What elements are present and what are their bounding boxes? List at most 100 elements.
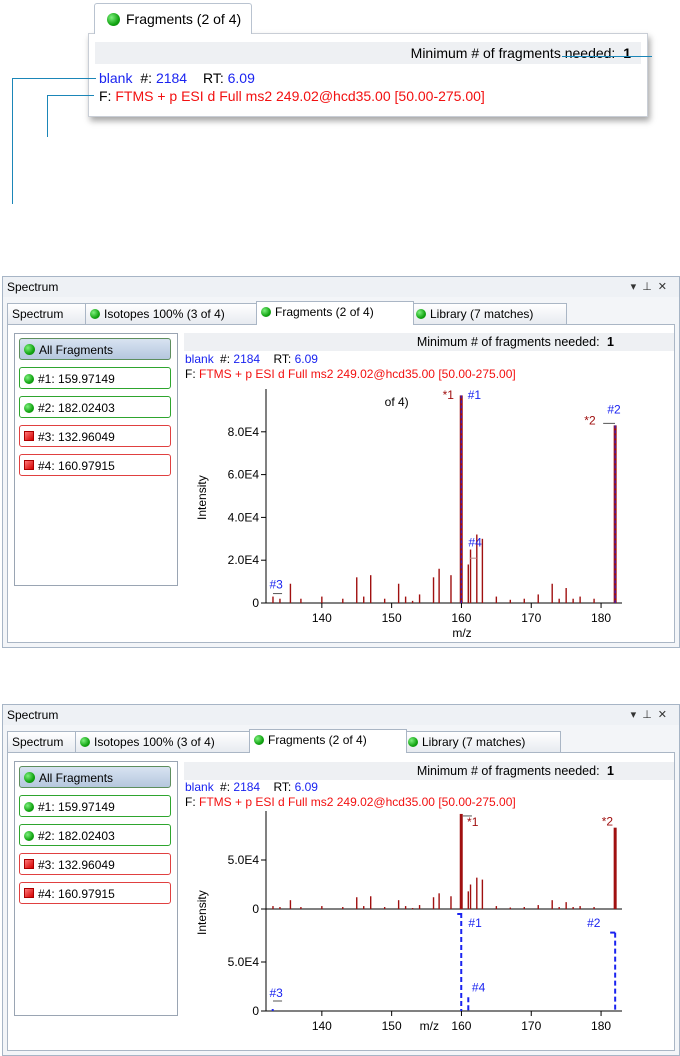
y-tick-label: 5.0E4 — [228, 955, 260, 969]
fragment-item-all[interactable]: All Fragments — [19, 766, 171, 788]
peak-annotation: #3 — [269, 986, 283, 1000]
peak-bar — [537, 905, 539, 909]
peak-bar — [279, 907, 281, 909]
tab-library[interactable]: Library (7 matches) — [403, 731, 561, 752]
peak-bar — [613, 827, 617, 909]
min-fragments-label: Minimum # of fragments needed: — [416, 764, 600, 778]
tab-label: Fragments (2 of 4) — [268, 733, 367, 747]
match-green-icon — [24, 831, 34, 841]
peak-annotation: *2 — [584, 413, 596, 427]
peak-bar — [579, 906, 581, 909]
callout-fragments-tab[interactable]: Fragments (2 of 4) — [94, 3, 253, 34]
peak-bar — [537, 594, 539, 603]
peak-bar — [450, 896, 452, 909]
tab-isotopes[interactable]: Isotopes 100% (3 of 4) — [75, 731, 253, 752]
match-green-icon — [416, 309, 426, 319]
pin-icon[interactable]: ⊥ — [642, 281, 658, 293]
dropdown-icon[interactable]: ▾ — [631, 281, 643, 293]
fragment-item-1[interactable]: #1: 159.97149 — [19, 367, 171, 389]
filter-label: F: — [185, 367, 196, 381]
peak-bar — [467, 564, 469, 603]
tab-fragments[interactable]: Fragments (2 of 4) — [249, 729, 407, 753]
peak-bar — [481, 538, 484, 603]
peak-bar — [370, 575, 372, 603]
peak-bar — [356, 577, 358, 603]
dropdown-icon[interactable]: ▾ — [631, 709, 643, 721]
match-green-icon — [107, 12, 120, 26]
match-green-icon — [80, 737, 90, 747]
peak-bar — [300, 598, 302, 603]
peak-bar — [300, 907, 302, 909]
miss-red-icon — [24, 859, 34, 869]
peak-bar — [411, 908, 414, 909]
peak-bar — [289, 583, 292, 603]
leader-line — [47, 95, 94, 96]
pin-icon[interactable]: ⊥ — [642, 709, 658, 721]
fragment-item-3[interactable]: #3: 132.96049 — [19, 425, 171, 447]
y-axis-label: Intensity — [195, 475, 209, 520]
filter-text: FTMS + p ESI d Full ms2 249.02@hcd35.00 … — [199, 367, 516, 381]
fragments-content: All Fragments #1: 159.97149 #2: 182.0240… — [7, 324, 675, 643]
rt-value: 6.09 — [227, 70, 255, 86]
tab-strip: Spectrum Isotopes 100% (3 of 4) Fragment… — [7, 301, 679, 325]
fragment-item-2[interactable]: #2: 182.02403 — [19, 824, 171, 846]
peak-bar — [551, 900, 553, 909]
tab-isotopes[interactable]: Isotopes 100% (3 of 4) — [85, 303, 259, 324]
peak-bar — [469, 549, 472, 603]
scan-name: blank — [99, 70, 133, 86]
scan-info-line: blank #: 2184 RT: 6.09 — [185, 352, 318, 367]
peak-bar — [418, 905, 421, 909]
peak-bar — [593, 907, 595, 909]
peak-bar — [481, 879, 484, 909]
y-tick-label: 0 — [252, 902, 259, 916]
overlay-text: of 4) — [385, 395, 409, 409]
match-green-icon — [24, 344, 35, 355]
y-axis-label: Intensity — [195, 890, 209, 935]
close-icon[interactable]: ✕ — [658, 281, 673, 293]
rt-label: RT: — [273, 780, 292, 794]
tab-spectrum[interactable]: Spectrum — [7, 303, 87, 324]
tab-strip: Spectrum Isotopes 100% (3 of 4) Fragment… — [7, 729, 679, 753]
min-fragments-value: 1 — [623, 45, 631, 61]
peak-bar — [289, 900, 292, 909]
close-icon[interactable]: ✕ — [658, 709, 673, 721]
x-tick-label: 140 — [312, 611, 332, 625]
peak-bar — [383, 907, 386, 909]
peak-bar — [523, 907, 525, 909]
fragment-item-1[interactable]: #1: 159.97149 — [19, 795, 171, 817]
y-tick-label: 6.0E4 — [228, 468, 260, 482]
tab-spectrum[interactable]: Spectrum — [7, 731, 79, 752]
scan-info-line: blank #: 2184 RT: 6.09 — [99, 70, 255, 86]
fragment-item-2[interactable]: #2: 182.02403 — [19, 396, 171, 418]
fragment-item-3[interactable]: #3: 132.96049 — [19, 853, 171, 875]
tab-label: Isotopes 100% (3 of 4) — [94, 735, 215, 749]
spectrum-chart[interactable]: 0 2.0E4 4.0E4 6.0E4 8.0E4 140 150 160 170 180 m/z I… — [184, 383, 674, 645]
peak-bar — [418, 594, 421, 603]
scan-name: blank — [185, 352, 214, 366]
spectrum-window-2: Spectrum ▾⊥✕ Spectrum Isotopes 100% (3 o… — [2, 704, 680, 1056]
peak-annotation: #1 — [468, 388, 482, 402]
fragment-label: #2: 182.02403 — [38, 401, 115, 415]
fragment-label: #4: 160.97915 — [38, 459, 115, 473]
fragment-item-4[interactable]: #4: 160.97915 — [19, 454, 171, 476]
peak-annotation: *1 — [443, 388, 455, 402]
peak-bar — [363, 596, 365, 603]
peak-bar — [272, 596, 274, 603]
peak-bar — [469, 884, 472, 909]
spectrum-chart-mirror[interactable]: 0 5.0E4 0 5.0E4 140 150 160 170 180 m/z Intensity *… — [184, 811, 674, 1051]
fragment-item-4[interactable]: #4: 160.97915 — [19, 882, 171, 904]
tab-fragments[interactable]: Fragments (2 of 4) — [256, 301, 414, 325]
fragment-item-all[interactable]: All Fragments — [19, 338, 171, 360]
min-fragments-header: Minimum # of fragments needed: 1 — [184, 333, 674, 351]
y-tick-label: 2.0E4 — [228, 553, 260, 567]
peak-bar — [558, 598, 560, 603]
min-fragments-value: 1 — [607, 764, 614, 778]
peak-annotation: #4 — [468, 536, 482, 550]
peak-annotation: #3 — [269, 578, 283, 592]
tab-library[interactable]: Library (7 matches) — [411, 303, 567, 324]
fragments-callout: Fragments (2 of 4) Minimum # of fragment… — [88, 0, 648, 122]
peak-bar — [572, 598, 574, 603]
peak-bar — [565, 588, 567, 603]
peak-bar — [370, 896, 372, 909]
fragment-label: All Fragments — [39, 343, 114, 357]
